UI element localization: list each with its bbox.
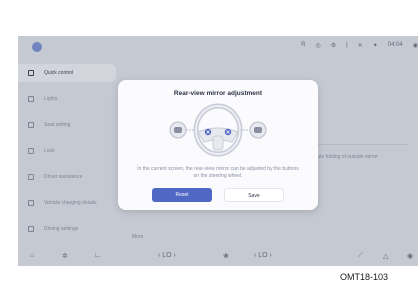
steering-wheel-mirror-illustration	[169, 103, 267, 157]
figure-caption: OMT18-103	[340, 272, 389, 282]
dialog-description: In the current screen, the rear-view mir…	[137, 166, 299, 179]
reset-button[interactable]: Reset	[152, 188, 212, 202]
infotainment-screen: R ◎ ⚙ | ✕ ✦ 04:04 ◉ Quick control Lights…	[18, 36, 418, 266]
right-mirror-icon	[249, 121, 267, 139]
save-button[interactable]: Save	[224, 188, 284, 202]
left-mirror-icon	[169, 121, 187, 139]
mirror-adjustment-dialog: Rear-view mirror adjustment In the curre…	[118, 80, 318, 210]
dialog-title: Rear-view mirror adjustment	[173, 90, 263, 97]
steering-wheel-icon	[193, 103, 243, 157]
